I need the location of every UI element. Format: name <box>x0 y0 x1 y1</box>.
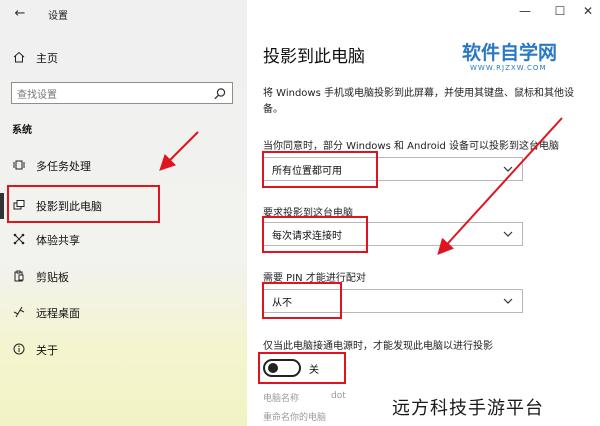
availability-value: 所有位置都可用 <box>272 165 342 177</box>
power-toggle[interactable] <box>263 359 301 377</box>
chevron-down-icon <box>502 163 514 175</box>
sidebar-item-home[interactable]: 主页 <box>0 45 247 71</box>
page-description: 将 Windows 手机或电脑投影到此屏幕，并使用其键盘、鼠标和其他设备。 <box>263 88 574 115</box>
sidebar-item-about[interactable]: 关于 <box>0 337 247 363</box>
chevron-down-icon <box>502 228 514 240</box>
window-title: 设置 <box>48 11 68 22</box>
pin-value: 从不 <box>272 297 292 309</box>
request-value: 每次请求连接时 <box>272 230 342 242</box>
section-title: 系统 <box>12 125 32 136</box>
chevron-down-icon <box>502 295 514 307</box>
setting1-label: 当你同意时，部分 Windows 和 Android 设备可以投影到这台电脑 <box>263 141 560 152</box>
sidebar-item-label: 投影到此电脑 <box>36 200 102 213</box>
rename-pc-link[interactable]: 重命名你的电脑 <box>263 410 326 423</box>
setting2-label: 要求投影到这台电脑 <box>263 208 353 219</box>
sidebar: ← 设置 主页 系统 多任务处理 投影到此电脑 体验共享 <box>0 0 247 426</box>
watermark-text: 远方科技手游平台 <box>392 398 544 419</box>
sidebar-home-label: 主页 <box>36 52 58 65</box>
setting4-label: 仅当此电脑接通电源时，才能发现此电脑以进行投影 <box>263 341 493 352</box>
back-arrow-icon[interactable]: ← <box>10 4 30 24</box>
sidebar-item-label: 剪贴板 <box>36 271 69 284</box>
pin-dropdown[interactable]: 从不 <box>263 289 523 313</box>
setting3-label: 需要 PIN 才能进行配对 <box>263 273 366 284</box>
pc-name-value: dot <box>331 391 346 401</box>
search-input[interactable] <box>12 84 209 107</box>
minimize-icon[interactable]: — <box>515 4 535 18</box>
sidebar-item-label: 远程桌面 <box>36 307 80 320</box>
project-icon <box>12 199 26 213</box>
page-title: 投影到此电脑 <box>263 47 365 67</box>
share-icon <box>12 233 26 247</box>
remote-desktop-icon <box>12 306 26 320</box>
sidebar-item-project[interactable]: 投影到此电脑 <box>0 193 247 219</box>
sidebar-item-share[interactable]: 体验共享 <box>0 227 247 253</box>
site-logo: 软件自学网 <box>462 42 558 64</box>
sidebar-item-multitask[interactable]: 多任务处理 <box>0 153 247 179</box>
pc-name-label: 电脑名称 <box>263 394 300 404</box>
site-logo-url: WWW.RJZXW.COM <box>470 64 547 72</box>
sidebar-item-remote-desktop[interactable]: 远程桌面 <box>0 300 247 326</box>
search-icon[interactable] <box>213 86 227 100</box>
request-dropdown[interactable]: 每次请求连接时 <box>263 222 523 246</box>
multitask-icon <box>12 159 26 173</box>
sidebar-item-label: 体验共享 <box>36 234 80 247</box>
sidebar-item-label: 多任务处理 <box>36 160 91 173</box>
maximize-icon[interactable]: ☐ <box>550 4 570 18</box>
home-icon <box>12 51 26 65</box>
sidebar-item-clipboard[interactable]: 剪贴板 <box>0 264 247 290</box>
search-box[interactable] <box>11 82 233 107</box>
clipboard-icon <box>12 270 26 284</box>
toggle-state-label: 关 <box>309 365 319 376</box>
info-icon <box>12 343 26 357</box>
close-icon[interactable]: ✕ <box>578 4 598 18</box>
sidebar-item-label: 关于 <box>36 344 58 357</box>
toggle-knob <box>268 363 278 373</box>
availability-dropdown[interactable]: 所有位置都可用 <box>263 157 523 181</box>
